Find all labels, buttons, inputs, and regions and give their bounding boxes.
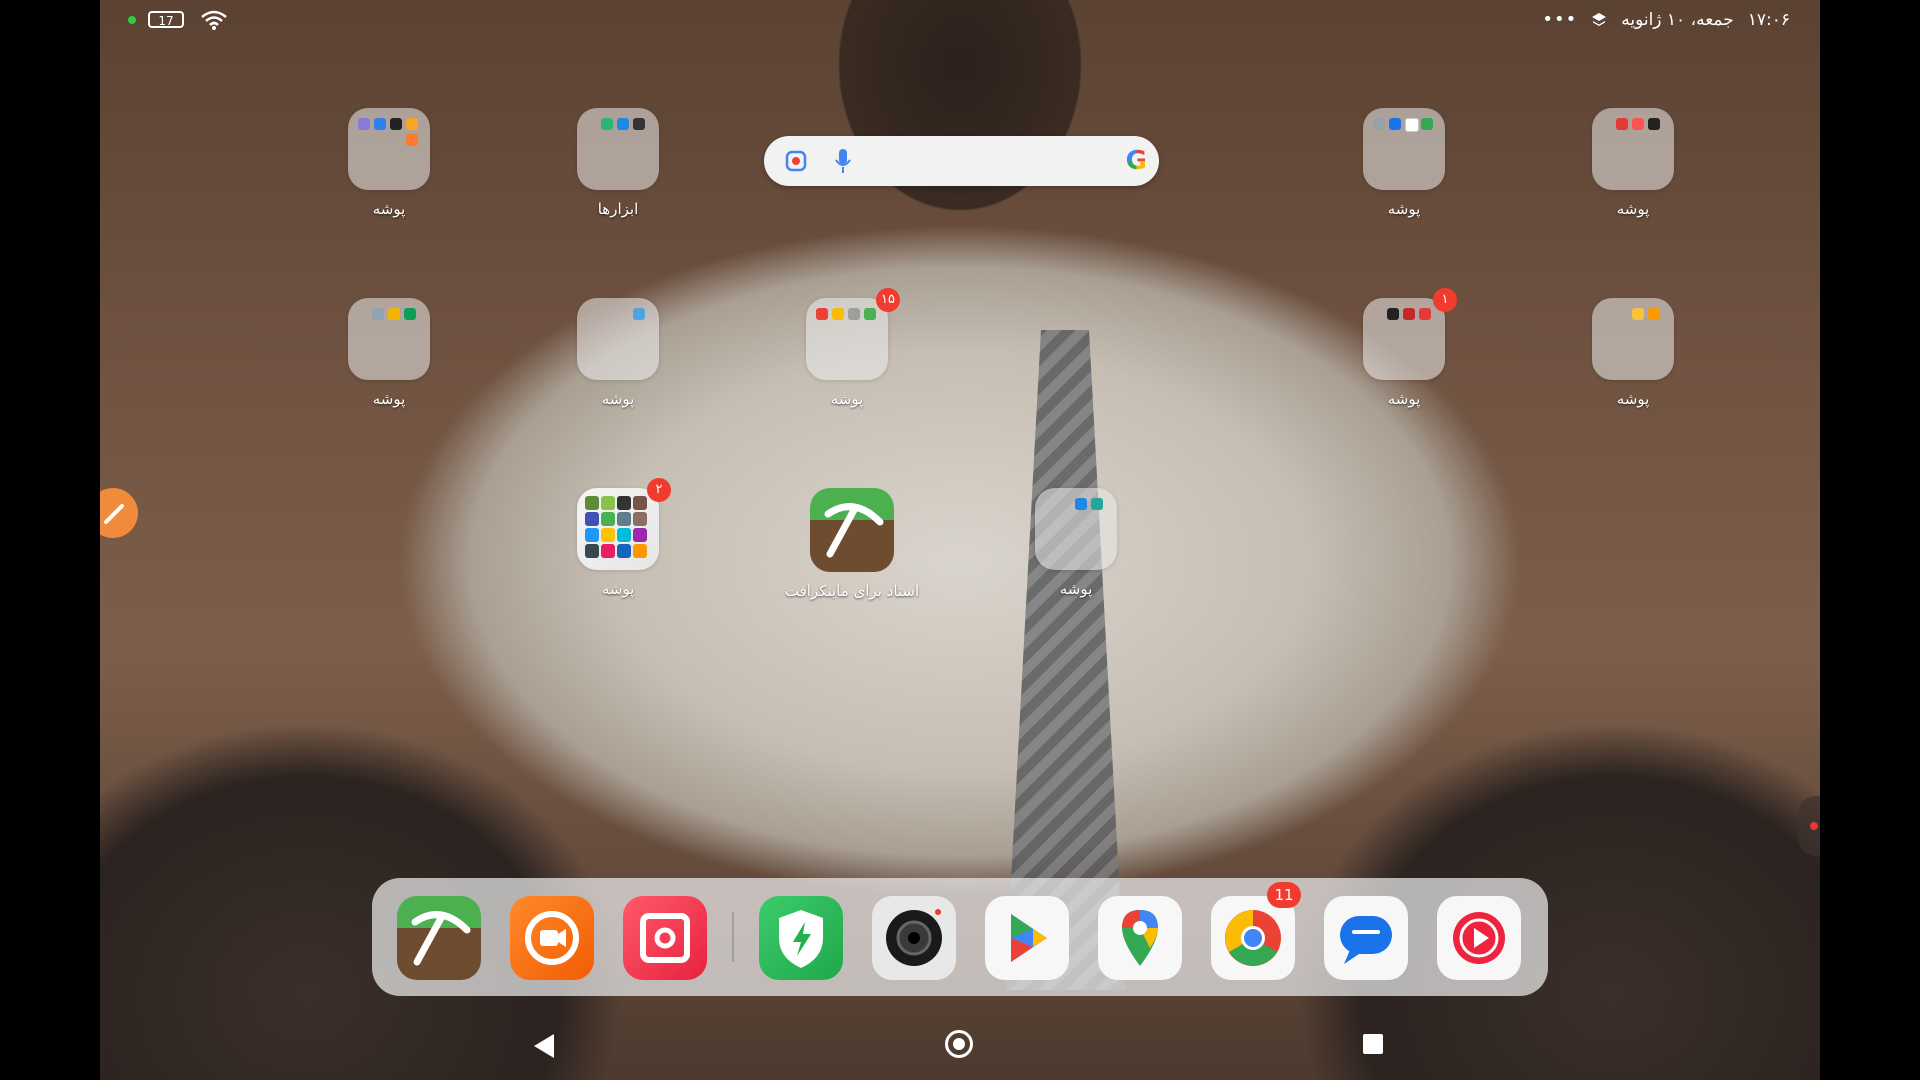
notification-badge: ۲ [647, 478, 671, 502]
side-panel-handle[interactable] [1798, 796, 1820, 856]
folder-icon [1363, 108, 1445, 190]
folder-label: پوشه [830, 390, 864, 408]
app-label: استاد برای ماینکرافت [784, 582, 920, 600]
status-bar: 17 ۱۷:۰۶ جمعه، ۱۰ ژانویه ••• [100, 0, 1820, 40]
dock: 11 [372, 878, 1548, 996]
folder-10[interactable]: پوشه [1011, 488, 1141, 598]
screenshot-icon[interactable] [623, 896, 707, 980]
folder-6[interactable]: پوشه [553, 298, 683, 408]
more-status-icon: ••• [1542, 9, 1578, 30]
clock: ۱۷:۰۶ [1747, 9, 1790, 30]
home-button[interactable] [945, 1030, 973, 1058]
play-store-icon[interactable] [985, 896, 1069, 980]
wifi-icon [201, 10, 227, 30]
game-grid-icon [585, 496, 647, 558]
folder-4[interactable]: پوشه [1568, 108, 1698, 218]
folder-icon [577, 108, 659, 190]
notification-badge: 11 [1267, 882, 1301, 908]
folder-icon [1363, 298, 1445, 380]
folder-7[interactable]: ۱۵ پوشه [782, 288, 912, 408]
folder-label: پوشه [1616, 390, 1650, 408]
folder-label: پوشه [372, 390, 406, 408]
folder-8[interactable]: ۱ پوشه [1339, 288, 1469, 408]
folder-label: پوشه [1616, 200, 1650, 218]
google-lens-icon[interactable] [784, 149, 808, 173]
folder-3[interactable]: پوشه [1339, 108, 1469, 218]
folder-games[interactable]: ۲ پوشه [553, 478, 683, 598]
folder-label: پوشه [601, 390, 635, 408]
minecraft-master-icon [810, 488, 894, 572]
screen-recorder-icon[interactable] [510, 896, 594, 980]
minecraft-master-app[interactable]: استاد برای ماینکرافت [782, 488, 922, 600]
record-dot-icon [1810, 822, 1818, 830]
folder-label: پوشه [1387, 200, 1421, 218]
notification-badge: ۱ [1433, 288, 1457, 312]
date: جمعه، ۱۰ ژانویه [1621, 9, 1734, 30]
folder-label: ابزارها [597, 200, 639, 218]
folder-icon [1592, 298, 1674, 380]
folder-label: پوشه [1387, 390, 1421, 408]
google-logo-icon: G [1125, 146, 1147, 176]
battery-icon: 17 [148, 11, 184, 28]
folder-5[interactable]: پوشه [324, 298, 454, 408]
folder-icon [806, 298, 888, 380]
dock-divider [732, 912, 734, 962]
home-screen: 17 ۱۷:۰۶ جمعه، ۱۰ ژانویه ••• G پوشه ابزا… [100, 0, 1820, 1080]
folder-label: پوشه [601, 580, 635, 598]
back-button[interactable] [534, 1034, 554, 1058]
folder-tools[interactable]: ابزارها [553, 108, 683, 218]
floating-tool-button[interactable] [100, 488, 138, 538]
folder-9[interactable]: پوشه [1568, 298, 1698, 408]
camera-icon[interactable] [872, 896, 956, 980]
security-icon[interactable] [759, 896, 843, 980]
mic-icon[interactable] [834, 148, 852, 174]
chrome-icon[interactable]: 11 [1211, 882, 1301, 980]
brush-icon [104, 504, 124, 524]
music-icon[interactable] [1437, 896, 1521, 980]
folder-icon [1592, 108, 1674, 190]
folder-icon [1035, 488, 1117, 570]
folder-1[interactable]: پوشه [324, 108, 454, 218]
recents-button[interactable] [1363, 1034, 1383, 1054]
privacy-indicator-icon [128, 16, 136, 24]
folder-label: پوشه [1059, 580, 1093, 598]
folder-icon [348, 108, 430, 190]
navigation-bar [100, 1020, 1820, 1080]
google-search-bar[interactable]: G [764, 136, 1159, 186]
minecraft-master-icon[interactable] [397, 896, 481, 980]
folder-label: پوشه [372, 200, 406, 218]
folder-icon [577, 488, 659, 570]
status-right: ۱۷:۰۶ جمعه، ۱۰ ژانویه ••• [1542, 9, 1790, 30]
notification-badge: ۱۵ [876, 288, 900, 312]
folder-icon [577, 298, 659, 380]
messages-icon[interactable] [1324, 896, 1408, 980]
layers-icon [1592, 12, 1607, 26]
folder-icon [348, 298, 430, 380]
maps-icon[interactable] [1098, 896, 1182, 980]
